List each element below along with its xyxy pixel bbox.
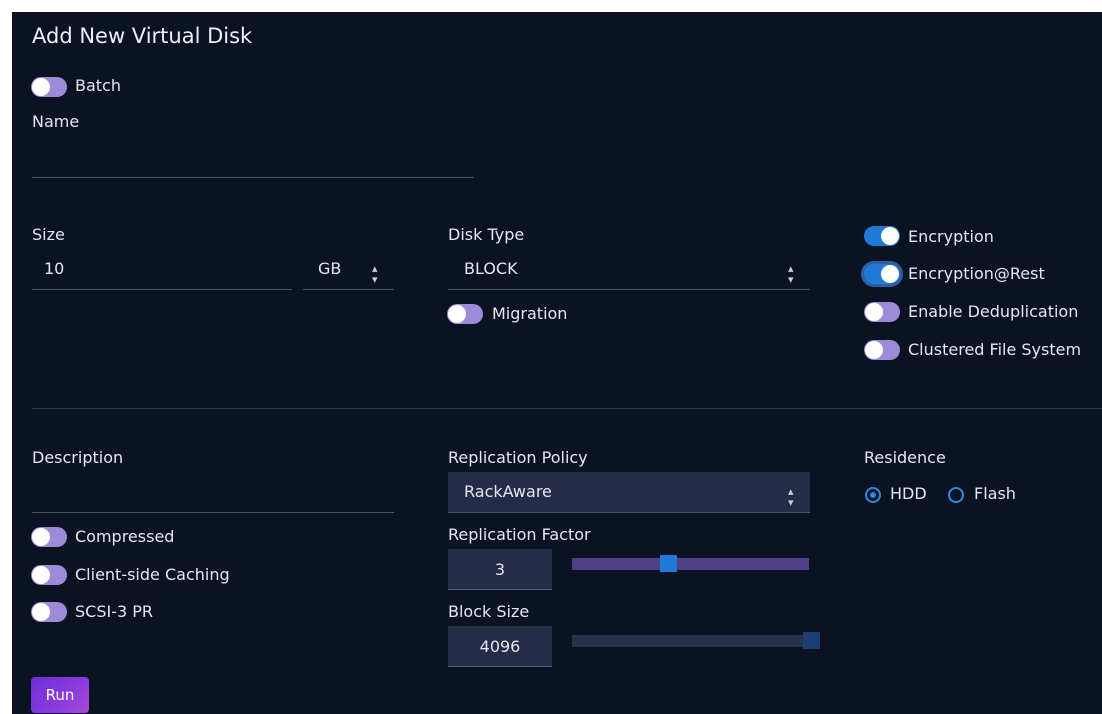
replication-factor-input[interactable]: 3 xyxy=(448,549,552,590)
migration-label: Migration xyxy=(492,304,568,323)
name-underline xyxy=(32,177,474,178)
size-label: Size xyxy=(32,225,65,244)
scsi-label: SCSI-3 PR xyxy=(75,602,154,621)
residence-flash-label: Flash xyxy=(974,484,1016,503)
replication-policy-value: RackAware xyxy=(464,482,552,501)
compressed-toggle[interactable] xyxy=(31,527,67,547)
toggle-knob xyxy=(32,603,50,621)
toggle-knob xyxy=(32,528,50,546)
toggle-knob xyxy=(865,303,883,321)
client-caching-toggle[interactable] xyxy=(31,565,67,585)
replication-factor-slider-track[interactable] xyxy=(572,558,809,570)
toggle-knob xyxy=(32,78,50,96)
clustered-fs-label: Clustered File System xyxy=(908,340,1082,359)
section-divider xyxy=(32,408,1102,409)
block-size-input[interactable]: 4096 xyxy=(448,626,552,667)
replication-factor-label: Replication Factor xyxy=(448,525,591,544)
toggle-knob xyxy=(881,265,899,283)
residence-hdd-label: HDD xyxy=(890,484,927,503)
description-underline xyxy=(32,512,394,513)
unit-sort-icon: ▴ ▾ xyxy=(372,262,378,286)
replication-policy-underline xyxy=(448,512,810,513)
toggle-knob xyxy=(32,566,50,584)
encryption-label: Encryption xyxy=(908,227,994,246)
page-title: Add New Virtual Disk xyxy=(32,24,253,48)
block-size-label: Block Size xyxy=(448,602,530,621)
client-caching-label: Client-side Caching xyxy=(75,565,230,584)
toggle-knob xyxy=(865,341,883,359)
description-label: Description xyxy=(32,448,124,467)
size-unit-select[interactable]: GB xyxy=(318,259,341,278)
description-input[interactable] xyxy=(32,478,398,512)
disk-type-label: Disk Type xyxy=(448,225,525,244)
replication-factor-slider-thumb[interactable] xyxy=(659,555,677,572)
encryption-rest-label: Encryption@Rest xyxy=(908,264,1045,283)
disk-type-sort-icon: ▴ ▾ xyxy=(788,262,794,286)
toggle-knob xyxy=(881,227,899,245)
residence-hdd-radio[interactable] xyxy=(865,487,881,503)
size-underline xyxy=(32,289,292,290)
size-input[interactable]: 10 xyxy=(44,259,64,278)
disk-type-underline xyxy=(448,289,810,290)
residence-label: Residence xyxy=(864,448,946,467)
residence-flash-radio[interactable] xyxy=(948,487,964,503)
replication-policy-sort-icon: ▴ ▾ xyxy=(788,485,794,509)
name-label: Name xyxy=(32,112,80,131)
batch-label: Batch xyxy=(75,76,121,95)
dedup-toggle[interactable] xyxy=(864,302,900,322)
toggle-knob xyxy=(448,305,466,323)
replication-policy-label: Replication Policy xyxy=(448,448,588,467)
migration-toggle[interactable] xyxy=(447,304,483,324)
run-button[interactable]: Run xyxy=(31,677,89,713)
dedup-label: Enable Deduplication xyxy=(908,302,1079,321)
unit-underline xyxy=(303,289,394,290)
batch-toggle[interactable] xyxy=(31,77,67,97)
encryption-rest-toggle[interactable] xyxy=(864,264,900,284)
block-size-slider-track[interactable] xyxy=(572,635,809,647)
scsi-toggle[interactable] xyxy=(31,602,67,622)
compressed-label: Compressed xyxy=(75,527,175,546)
block-size-slider-thumb[interactable] xyxy=(802,632,820,649)
encryption-toggle[interactable] xyxy=(864,226,900,246)
name-input[interactable] xyxy=(32,142,478,178)
clustered-fs-toggle[interactable] xyxy=(864,340,900,360)
disk-type-select[interactable]: BLOCK xyxy=(464,259,518,278)
add-virtual-disk-panel: Add New Virtual Disk Batch Name Size 10 … xyxy=(12,12,1102,714)
